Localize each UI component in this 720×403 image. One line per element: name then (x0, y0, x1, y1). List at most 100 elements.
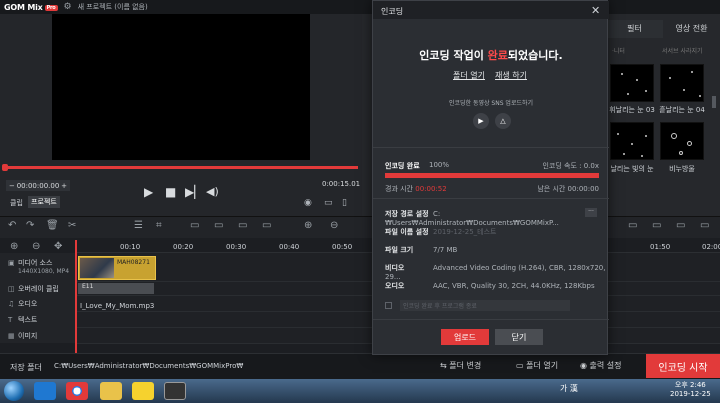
file-explorer-icon[interactable] (100, 382, 122, 400)
ruler-tick: 00:10 (120, 243, 141, 251)
video-clip[interactable]: MAH08271 (78, 256, 156, 280)
stop-icon[interactable]: ■ (165, 185, 176, 199)
track-audio[interactable]: ♫ 오디오 (8, 299, 37, 309)
total-duration: 0:00:15.01 (322, 180, 361, 188)
ime-indicator[interactable]: 가 漢 (560, 383, 578, 394)
delete-icon[interactable]: 🗑 (46, 220, 59, 231)
encoding-dialog: 인코딩 ✕ 인코딩 작업이 완료되었습니다. 폴더 열기 재생 하기 인코딩한 … (372, 0, 609, 355)
undo-icon[interactable]: ↶ (8, 220, 16, 231)
open-folder-link[interactable]: 폴더 열기 (453, 70, 485, 81)
output-icon: ◉ (580, 361, 590, 370)
folder-change-button[interactable]: ⇆ 폴더 변경 (440, 360, 481, 371)
text-track-icon: T (8, 316, 13, 324)
after-encoding-select[interactable]: 인코딩 완료 후 프로그램 종료 (385, 300, 573, 312)
output-settings-button[interactable]: ◉ 출력 설정 (580, 360, 622, 371)
folder-open-button[interactable]: ▭ 폴더 열기 (516, 360, 558, 371)
tab-transition[interactable]: 영상 전환 (663, 20, 720, 38)
more-icon[interactable]: ▭ (700, 220, 709, 231)
zoom-out-icon[interactable]: ⊖ (330, 220, 338, 231)
divider (373, 198, 609, 199)
effects-tabs: 필터 영상 전환 (606, 20, 720, 38)
fit-timeline-icon[interactable]: ✥ (54, 241, 62, 252)
overlay-clip[interactable]: E11 (78, 283, 154, 294)
music-icon: ♫ (8, 300, 15, 308)
effect-thumb[interactable] (610, 122, 654, 160)
encoding-done-label: 인코딩 완료 (385, 162, 420, 170)
kakaotalk-icon[interactable] (132, 382, 154, 400)
fit-icon[interactable]: ▯ (342, 198, 347, 208)
text-icon[interactable]: ▭ (262, 220, 271, 231)
crop-tool-icon[interactable]: ⌗ (156, 220, 162, 231)
adjust-icon[interactable]: ☰ (134, 220, 143, 231)
ghost-label: ·니터 (612, 48, 625, 55)
ghost-label: 서서브 사라지기 (662, 48, 703, 55)
merge-icon[interactable]: ▭ (676, 220, 685, 231)
next-frame-icon[interactable]: ▶▏ (185, 185, 203, 199)
cut-icon[interactable]: ✂ (68, 220, 76, 231)
zoom-in-timeline-icon[interactable]: ⊕ (10, 241, 18, 252)
effect-thumb-label: 비누방울 (669, 165, 695, 173)
track-image[interactable]: ▦ 이미지 (8, 331, 37, 341)
audio-clip[interactable]: I_Love_My_Mom.mp3 (80, 302, 154, 310)
dialog-title: 인코딩 (373, 1, 609, 19)
film-icon: ▣ (8, 259, 15, 267)
play-link[interactable]: 재생 하기 (495, 70, 527, 81)
folder-change-icon: ⇆ (440, 361, 450, 370)
minus-icon[interactable]: − (9, 182, 15, 190)
ruler-tick: 01:50 (650, 243, 671, 251)
internet-explorer-icon[interactable] (34, 382, 56, 400)
playhead[interactable] (75, 240, 77, 355)
save-folder-label: 저장 폴더 (10, 363, 42, 372)
effect-thumb-label: 휘날리는 눈 03 (609, 106, 655, 114)
tab-filter[interactable]: 필터 (606, 20, 663, 38)
play-icon[interactable]: ▶ (144, 185, 153, 199)
track-text[interactable]: T 텍스트 (8, 315, 37, 325)
crop-icon[interactable]: ▭ (324, 198, 333, 208)
clip-icon[interactable]: ▭ (214, 220, 223, 231)
zoom-out-timeline-icon[interactable]: ⊖ (32, 241, 40, 252)
image-track-icon: ▦ (8, 332, 15, 340)
track-media-source[interactable]: ▣ 미디어 소스 1440X1080, MP4 (8, 258, 69, 275)
effect-thumb-label: 날리는 빛의 눈 (610, 165, 654, 173)
clip-thumbnail (80, 258, 114, 278)
playback-progress-bar[interactable] (2, 164, 358, 171)
google-drive-icon[interactable]: △ (495, 113, 511, 129)
settings-gear-icon[interactable]: ⚙ (64, 2, 72, 12)
start-button[interactable] (4, 381, 24, 401)
divider (373, 147, 609, 148)
audio-edit-icon[interactable]: ▭ (628, 220, 637, 231)
playback-knob[interactable] (2, 164, 8, 171)
close-button[interactable]: 닫기 (495, 329, 543, 345)
track-overlay[interactable]: ◫ 오버레이 클립 (8, 284, 59, 294)
encoding-complete-heading: 인코딩 작업이 완료되었습니다. (419, 49, 563, 62)
youtube-icon[interactable]: ▶ (473, 113, 489, 129)
clip-label[interactable]: 클립 (10, 198, 23, 208)
encode-start-button[interactable]: 인코딩 시작 (646, 354, 720, 378)
split-icon[interactable]: ▭ (652, 220, 661, 231)
plus-icon[interactable]: + (61, 182, 67, 190)
effect-thumb[interactable] (610, 64, 654, 102)
chrome-icon[interactable] (66, 382, 88, 400)
redo-icon[interactable]: ↷ (26, 220, 34, 231)
browse-path-button[interactable]: ··· (585, 208, 597, 217)
image-icon[interactable]: ▭ (190, 220, 199, 231)
effect-thumb[interactable] (660, 64, 704, 102)
gom-mix-taskbar-icon[interactable] (164, 382, 186, 400)
frame-icon[interactable]: ▭ (238, 220, 247, 231)
video-preview[interactable] (52, 14, 310, 160)
effects-scrollbar[interactable] (712, 96, 716, 108)
current-time-field[interactable]: − 00:00:00.00 + (6, 180, 70, 191)
project-button[interactable]: 프로젝트 (28, 196, 60, 208)
audio-info-row: 오디오 AAC, VBR, Quality 30, 2CH, 44.0KHz, 1… (385, 282, 595, 290)
close-icon[interactable]: ✕ (591, 4, 600, 17)
zoom-in-icon[interactable]: ⊕ (304, 220, 312, 231)
elapsed-time: 경과 시간 00:00:52 (385, 185, 447, 193)
system-clock[interactable]: 오후 2:46 2019-12-25 (670, 381, 711, 399)
effect-thumb[interactable] (660, 122, 704, 160)
sns-upload-label: 인코딩한 동영상 SNS 업로드하기 (448, 100, 534, 107)
upload-button[interactable]: 업로드 (441, 329, 489, 345)
app-logo: GOM Mix Pro (4, 2, 58, 12)
volume-icon[interactable]: ◀) (206, 185, 219, 198)
after-encoding-checkbox[interactable] (385, 302, 392, 309)
camera-icon[interactable]: ◉ (304, 198, 312, 208)
